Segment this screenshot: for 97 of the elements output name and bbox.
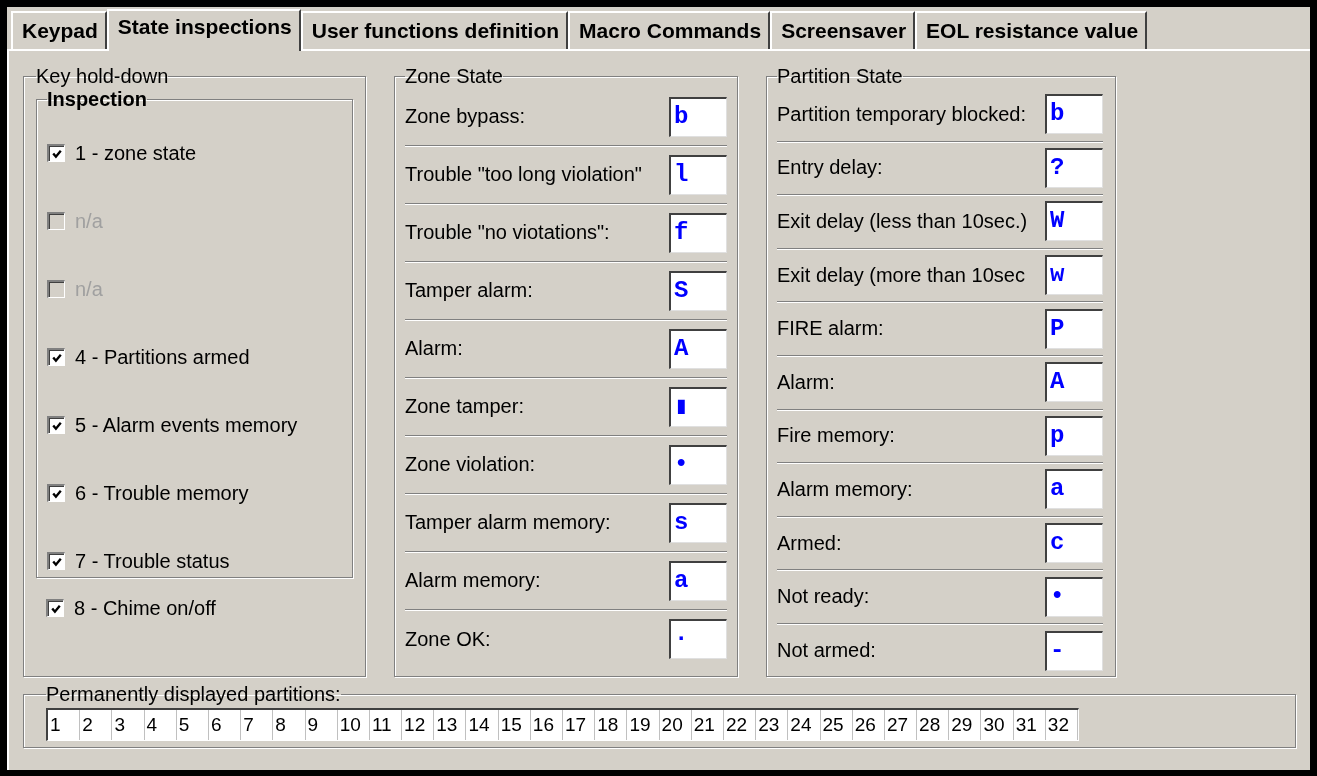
- field-label: Exit delay (less than 10sec.): [777, 210, 1028, 233]
- field-label: Entry delay:: [777, 156, 883, 180]
- symbol-field[interactable]: ▮: [669, 386, 727, 427]
- checkbox[interactable]: [47, 144, 65, 162]
- field-label: Alarm:: [777, 370, 835, 394]
- symbol-field[interactable]: f: [669, 212, 727, 253]
- symbol-field[interactable]: ·: [669, 619, 727, 659]
- field-label: Partition temporary blocked:: [777, 102, 1026, 126]
- partition-cell[interactable]: 14: [466, 710, 499, 740]
- symbol-field[interactable]: P: [1045, 308, 1103, 349]
- partition-cell[interactable]: 6: [208, 710, 242, 740]
- field-label: Alarm:: [405, 337, 463, 360]
- symbol-field[interactable]: S: [669, 270, 727, 311]
- symbol-field[interactable]: l: [669, 154, 727, 195]
- partition-cell[interactable]: 27: [884, 710, 918, 740]
- partition-cell[interactable]: 31: [1013, 710, 1046, 740]
- partition-cell[interactable]: 22: [723, 710, 757, 740]
- partition-cell[interactable]: 13: [434, 710, 467, 740]
- checkbox-label: 4 - Partitions armed: [75, 345, 250, 369]
- field-label: Alarm memory:: [777, 477, 913, 501]
- group-title: Key hold-down: [36, 65, 169, 88]
- checkbox-label: 6 - Trouble memory: [75, 481, 249, 505]
- partition-cell[interactable]: 23: [756, 710, 789, 740]
- symbol-field[interactable]: a: [1045, 469, 1103, 510]
- field-label: Fire memory:: [777, 424, 895, 448]
- partition-cell[interactable]: 29: [949, 710, 982, 740]
- checkbox[interactable]: [47, 552, 65, 570]
- symbol-field[interactable]: W: [1045, 201, 1103, 242]
- partition-cell[interactable]: 28: [917, 710, 950, 740]
- tab[interactable]: Macro Commands: [568, 11, 771, 49]
- partition-cell[interactable]: 8: [273, 710, 306, 740]
- partition-cell[interactable]: 1: [48, 710, 81, 740]
- group-title: Zone State: [405, 65, 503, 88]
- field-label: Tamper alarm:: [405, 279, 533, 302]
- partition-cell[interactable]: 24: [788, 710, 821, 740]
- partition-cell[interactable]: 32: [1045, 710, 1078, 740]
- checkbox[interactable]: [47, 416, 65, 434]
- field-label: Tamper alarm memory:: [405, 511, 611, 534]
- checkbox[interactable]: [47, 484, 65, 502]
- tab[interactable]: Screensaver: [770, 11, 916, 49]
- symbol-field[interactable]: w: [1045, 255, 1103, 296]
- field-label: Trouble "no viotations":: [405, 221, 610, 244]
- symbol-field[interactable]: •: [669, 444, 727, 485]
- symbol-field[interactable]: A: [669, 328, 727, 369]
- field-label: Alarm memory:: [405, 569, 541, 592]
- partition-cell[interactable]: 10: [337, 710, 370, 740]
- checkbox-label: 5 - Alarm events memory: [75, 413, 298, 437]
- partition-cell[interactable]: 16: [530, 710, 563, 740]
- field-label: FIRE alarm:: [777, 317, 884, 341]
- checkbox-label: 8 - Chime on/off: [74, 596, 216, 620]
- partition-cell[interactable]: 26: [852, 710, 885, 740]
- symbol-field[interactable]: b: [1045, 94, 1103, 135]
- symbol-field[interactable]: b: [669, 96, 727, 137]
- group-title: Inspection: [47, 88, 147, 111]
- partition-cell[interactable]: 2: [80, 710, 113, 740]
- checkbox-label: 7 - Trouble status: [75, 549, 230, 573]
- field-label: Zone OK:: [405, 627, 491, 651]
- checkbox[interactable]: [47, 348, 65, 366]
- partition-cell[interactable]: 21: [691, 710, 724, 740]
- symbol-field[interactable]: A: [1045, 362, 1103, 403]
- partition-cell[interactable]: 3: [112, 710, 145, 740]
- field-label: Zone violation:: [405, 453, 536, 476]
- field-label: Not ready:: [777, 585, 870, 609]
- partition-cell[interactable]: 11: [369, 710, 403, 740]
- tab[interactable]: Keypad: [11, 11, 107, 49]
- checkbox[interactable]: [46, 599, 64, 617]
- symbol-field[interactable]: -: [1045, 630, 1103, 671]
- field-label: Not armed:: [777, 639, 876, 663]
- partition-cell[interactable]: 9: [305, 710, 338, 740]
- field-label: Trouble "too long violation": [405, 163, 642, 186]
- tab[interactable]: User functions definition: [300, 11, 569, 49]
- partition-cell[interactable]: 15: [498, 710, 531, 740]
- partition-cell[interactable]: 18: [595, 710, 628, 740]
- partition-cell[interactable]: 17: [563, 710, 596, 740]
- symbol-field[interactable]: a: [669, 560, 727, 601]
- partition-cell[interactable]: 7: [241, 710, 274, 740]
- group-title: Permanently displayed partitions:: [46, 683, 341, 706]
- field-label: Zone tamper:: [405, 395, 524, 418]
- symbol-field[interactable]: c: [1045, 523, 1103, 564]
- tab[interactable]: EOL resistance value: [915, 11, 1148, 49]
- partition-cell[interactable]: 30: [981, 710, 1014, 740]
- partition-cell[interactable]: 20: [659, 710, 692, 740]
- tab[interactable]: State inspections: [106, 9, 301, 51]
- partition-cell[interactable]: 4: [144, 710, 177, 740]
- field-label: Zone bypass:: [405, 105, 526, 128]
- partition-cell[interactable]: 5: [176, 710, 209, 740]
- partition-cell[interactable]: 25: [820, 710, 853, 740]
- group-title: Partition State: [777, 65, 903, 88]
- symbol-field[interactable]: •: [1045, 576, 1103, 617]
- partition-cell[interactable]: 12: [402, 710, 435, 740]
- symbol-field[interactable]: p: [1045, 415, 1103, 456]
- field-label: Exit delay (more than 10sec: [777, 263, 1025, 287]
- symbol-field[interactable]: s: [669, 502, 727, 543]
- partition-cell[interactable]: 19: [627, 710, 660, 740]
- field-label: Armed:: [777, 531, 842, 555]
- symbol-field[interactable]: ?: [1045, 147, 1103, 188]
- checkbox-label: 1 - zone state: [75, 141, 197, 165]
